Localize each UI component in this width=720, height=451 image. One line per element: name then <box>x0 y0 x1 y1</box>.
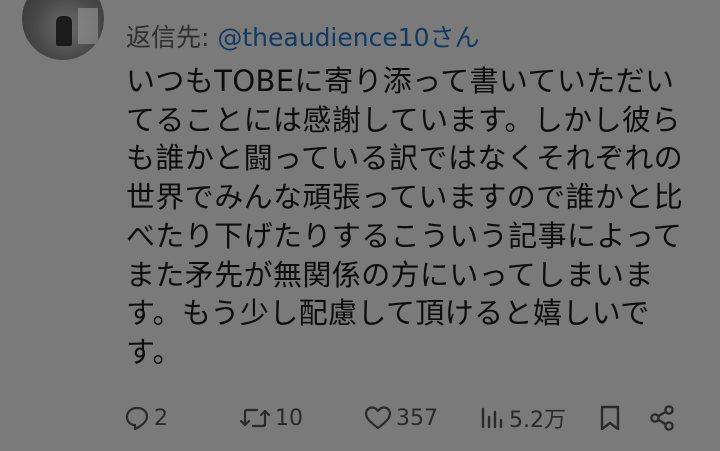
avatar-photo-figure <box>56 16 72 46</box>
reply-icon <box>124 405 150 431</box>
reply-to-line: 返信先: @theaudience10さん <box>126 20 480 56</box>
avatar[interactable] <box>22 0 104 60</box>
bookmark-button[interactable] <box>598 398 622 438</box>
tweet-action-bar: 2 10 357 5.2万 <box>124 398 694 438</box>
retweet-icon <box>239 405 271 431</box>
views-icon <box>479 405 505 431</box>
like-count: 357 <box>396 405 438 431</box>
views-button[interactable]: 5.2万 <box>479 398 566 438</box>
views-count: 5.2万 <box>509 408 566 433</box>
reply-button[interactable]: 2 <box>124 398 168 438</box>
reply-to-label: 返信先: <box>126 23 218 52</box>
reply-count: 2 <box>154 405 168 431</box>
tweet-card: 返信先: @theaudience10さん いつもTOBEに寄り添って書いていた… <box>0 0 720 451</box>
retweet-button[interactable]: 10 <box>239 398 303 438</box>
bookmark-icon <box>598 404 622 432</box>
like-button[interactable]: 357 <box>364 398 438 438</box>
retweet-count: 10 <box>275 405 303 431</box>
share-button[interactable] <box>648 398 676 438</box>
heart-icon <box>364 405 392 431</box>
avatar-photo-light <box>78 8 98 44</box>
tweet-text: いつもTOBEに寄り添って書いていただいてることには感謝しています。しかし彼らも… <box>126 64 684 369</box>
share-icon <box>648 404 676 432</box>
reply-to-handle-link[interactable]: @theaudience10さん <box>217 23 479 52</box>
